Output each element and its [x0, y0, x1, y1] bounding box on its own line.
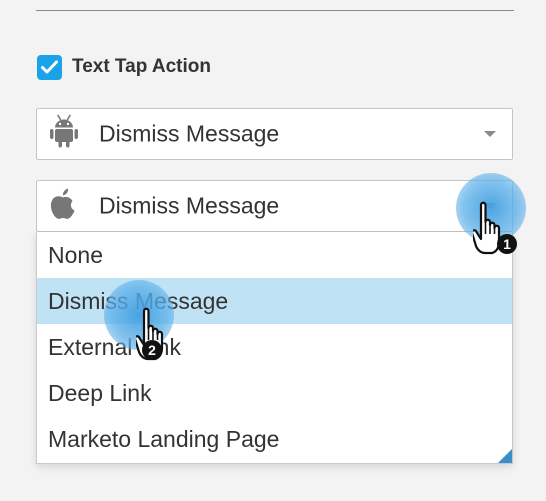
dropdown-option[interactable]: Deep Link [37, 370, 512, 416]
hand-pointer-icon: 1 [470, 200, 533, 271]
section-divider [36, 10, 514, 11]
android-select-value: Dismiss Message [99, 120, 280, 147]
text-tap-action-row[interactable]: Text Tap Action [37, 54, 211, 80]
text-tap-action-checkbox[interactable] [37, 54, 62, 80]
ios-action-select[interactable]: Dismiss Message [36, 180, 513, 232]
checkmark-icon [41, 60, 58, 74]
apple-icon [49, 187, 77, 226]
chevron-down-icon[interactable] [484, 131, 496, 137]
dropdown-option[interactable]: Marketo Landing Page [37, 416, 512, 462]
ios-action-dropdown: None Dismiss Message External Link Deep … [36, 232, 513, 464]
hand-pointer-icon: 2 [133, 306, 196, 377]
step-1-number: 1 [503, 236, 511, 252]
ios-select-value: Dismiss Message [99, 192, 280, 219]
android-icon [49, 114, 79, 154]
step-2-number: 2 [148, 342, 156, 358]
android-action-select[interactable]: Dismiss Message [36, 108, 513, 160]
resize-handle[interactable] [498, 449, 512, 463]
text-tap-action-label: Text Tap Action [72, 56, 211, 77]
dropdown-option[interactable]: None [37, 232, 512, 278]
